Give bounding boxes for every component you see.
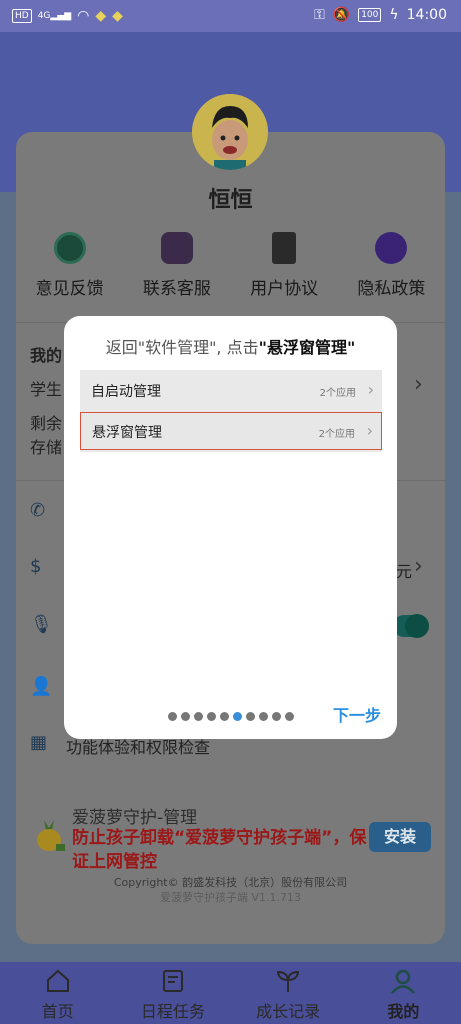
pineapple-app-icon-2: ◆ [112, 8, 123, 24]
tab-mine[interactable]: 我的 [346, 962, 461, 1024]
tab-schedule[interactable]: 日程任务 [115, 962, 230, 1024]
clock: 14:00 [406, 7, 447, 23]
floating-window-count: 2个应用 [318, 429, 355, 440]
dialog-title-highlight: "悬浮窗管理" [258, 338, 356, 357]
page-dot [272, 712, 281, 721]
avatar-face-icon [192, 94, 268, 170]
tab-growth[interactable]: 成长记录 [231, 962, 346, 1024]
page-indicator [168, 712, 294, 721]
floating-window-row: 悬浮窗管理 2个应用 › [80, 412, 382, 450]
my-section-label: 我的 [30, 346, 63, 365]
bottom-tab-bar: 首页 日程任务 成长记录 我的 [0, 962, 461, 1024]
status-right: ⚿ 🔕 100 ϟ 14:00 [314, 7, 447, 23]
pineapple-app-icon: ◆ [95, 8, 107, 24]
page-dot [168, 712, 177, 721]
autostart-label: 自启动管理 [91, 384, 161, 400]
tab-schedule-label: 日程任务 [140, 1002, 205, 1021]
install-button[interactable]: 安装 [369, 822, 431, 852]
user-name: 恒恒 [208, 188, 253, 213]
page-dot [285, 712, 294, 721]
page-dot [220, 712, 229, 721]
money-bag-icon[interactable]: $ [30, 556, 52, 578]
customer-service-icon [160, 232, 193, 264]
autostart-count: 2个应用 [319, 388, 356, 399]
yuan-chevron-icon[interactable]: › [414, 554, 423, 579]
mute-icon: 🔕 [332, 7, 351, 23]
yuan-label: 元 [396, 562, 413, 581]
page-dot [181, 712, 190, 721]
tab-home-label: 首页 [41, 1002, 74, 1021]
sprout-icon [275, 968, 301, 994]
battery-icon: 100 [358, 8, 382, 22]
dialog-title: 返回"软件管理", 点击"悬浮窗管理" [64, 334, 397, 358]
customer-service-button[interactable]: 联系客服 [127, 232, 227, 302]
promo-warning: 防止孩子卸载“爱菠萝守护孩子端”，保证上网管控 [72, 828, 367, 872]
promo-title: 爱菠萝守护-管理 [72, 808, 198, 828]
user-switch-icon[interactable]: 👤 [30, 676, 52, 698]
pineapple-logo-icon [32, 818, 66, 852]
floating-window-label: 悬浮窗管理 [92, 425, 162, 441]
microphone-toggle[interactable] [393, 614, 429, 638]
autostart-row: 自启动管理 2个应用 › [80, 372, 382, 410]
feedback-button[interactable]: 意见反馈 [20, 232, 120, 302]
agreement-label: 用户协议 [250, 279, 319, 299]
page-dot [246, 712, 255, 721]
key-icon: ⚿ [314, 7, 325, 23]
wifi-icon: ◠ [77, 8, 90, 24]
tab-home[interactable]: 首页 [0, 962, 115, 1024]
page-dot [207, 712, 216, 721]
home-icon [45, 968, 71, 994]
charging-icon: ϟ [389, 7, 399, 23]
schedule-icon [160, 968, 186, 994]
tab-growth-label: 成长记录 [256, 1002, 321, 1021]
privacy-label: 隐私政策 [357, 279, 426, 299]
function-check-icon[interactable]: ▦ [30, 732, 52, 754]
copyright-text: Copyright© 韵盛发科技（北京）股份有限公司 [113, 876, 348, 889]
dialog-title-prefix: 返回"软件管理", 点击 [105, 338, 259, 357]
page-dot [194, 712, 203, 721]
privacy-icon [375, 232, 408, 264]
chevron-right-icon: › [366, 421, 373, 440]
signal-indicator: 4G▂▄▆ [37, 11, 72, 21]
dialog-example-list: 自启动管理 2个应用 › 悬浮窗管理 2个应用 › [80, 370, 382, 452]
status-left: HD 4G▂▄▆ ◠ ◆ ◆ [12, 8, 123, 24]
student-chevron-icon[interactable]: › [414, 372, 423, 397]
next-step-button[interactable]: 下一步 [333, 702, 381, 726]
agreement-button[interactable]: 用户协议 [234, 232, 334, 302]
hd-indicator: HD [12, 9, 32, 23]
feedback-icon [53, 232, 86, 264]
toggle-knob [405, 614, 429, 638]
tab-mine-label: 我的 [387, 1002, 420, 1021]
page-dot [233, 712, 242, 721]
student-label[interactable]: 学生 [30, 376, 62, 400]
page-dot [259, 712, 268, 721]
remain-label: 剩余 [30, 414, 63, 433]
status-bar: HD 4G▂▄▆ ◠ ◆ ◆ ⚿ 🔕 100 ϟ 14:00 [0, 0, 461, 32]
customer-service-label: 联系客服 [142, 279, 211, 299]
version-text: 爱菠萝守护孩子端 V1.1.713 [159, 891, 301, 904]
avatar[interactable] [192, 94, 268, 170]
storage-label: 存储 [30, 438, 63, 457]
privacy-button[interactable]: 隐私政策 [341, 232, 441, 302]
guide-dialog: 返回"软件管理", 点击"悬浮窗管理" 自启动管理 2个应用 › 悬浮窗管理 2… [64, 316, 397, 739]
phone-icon[interactable]: ✆ [30, 500, 52, 522]
chevron-right-icon: › [367, 380, 374, 399]
quick-actions: 意见反馈 联系客服 用户协议 隐私政策 [16, 232, 445, 302]
user-icon [390, 968, 416, 994]
feedback-label: 意见反馈 [35, 279, 104, 299]
microphone-icon[interactable]: 🎙 [30, 614, 53, 636]
agreement-icon [272, 232, 297, 264]
